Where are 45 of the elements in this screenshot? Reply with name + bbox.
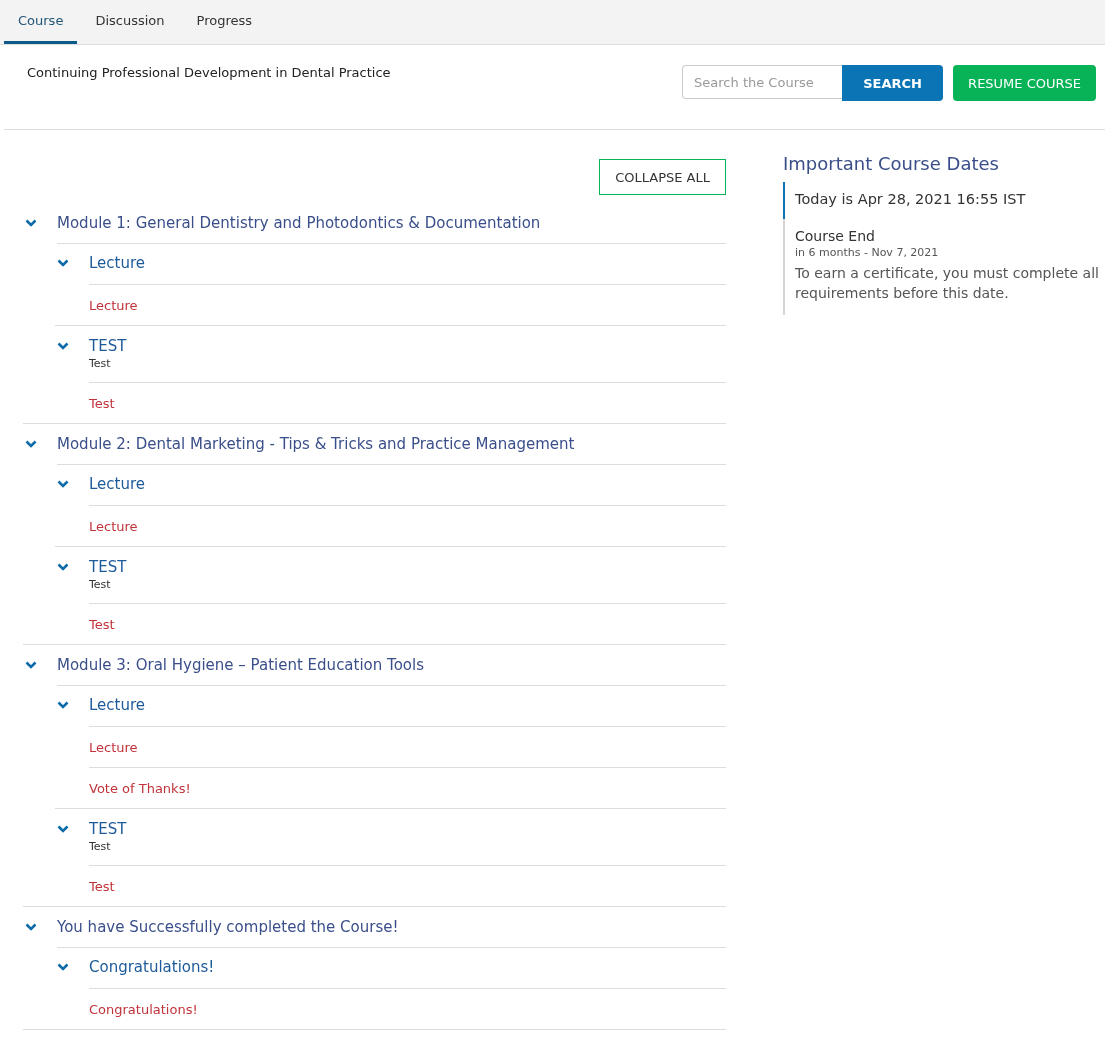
chevron-icon[interactable] <box>25 661 37 669</box>
module-title[interactable]: Module 2: Dental Marketing - Tips & Tricks and Practice Management <box>57 423 726 465</box>
module-title[interactable]: You have Successfully completed the Course! <box>57 906 726 948</box>
unit-link[interactable]: Test <box>89 395 115 411</box>
subsection-title[interactable]: Congratulations! <box>89 958 726 976</box>
unit-link[interactable]: Lecture <box>89 518 138 534</box>
subsection-title[interactable]: Lecture <box>89 254 726 272</box>
chevron-icon[interactable] <box>25 440 37 448</box>
date-title: Course End <box>795 228 876 244</box>
chevron-icon[interactable] <box>25 219 37 227</box>
chevron-icon[interactable] <box>57 480 69 488</box>
subsection-subtitle: Test <box>89 840 112 853</box>
subsection-subtitle: Test <box>89 578 112 591</box>
unit-link[interactable]: Lecture <box>89 297 138 313</box>
search-button[interactable]: SEARCH <box>842 65 944 101</box>
unit-link[interactable]: Lecture <box>89 739 138 755</box>
chevron-icon[interactable] <box>25 923 37 931</box>
module-title[interactable]: Module 3: Oral Hygiene – Patient Education Tools <box>57 644 726 686</box>
module-title[interactable]: Module 1: General Dentistry and Photodontics & Documentation <box>57 202 726 244</box>
subsection-title[interactable]: TEST <box>89 558 726 576</box>
course-tab[interactable]: Progress <box>182 0 266 44</box>
course-tab[interactable]: Discussion <box>81 0 179 44</box>
unit-link[interactable]: Congratulations! <box>89 1001 198 1017</box>
unit-link[interactable]: Vote of Thanks! <box>89 780 191 796</box>
subsection-subtitle: Test <box>89 357 112 370</box>
collapse-all-button[interactable]: COLLAPSE ALL <box>599 159 726 195</box>
chevron-icon[interactable] <box>57 825 69 833</box>
dates-heading: Important Course Dates <box>783 153 1000 174</box>
chevron-icon[interactable] <box>57 342 69 350</box>
date-title: Today is Apr 28, 2021 16:55 IST <box>795 191 1027 207</box>
subsection-title[interactable]: TEST <box>89 820 726 838</box>
unit-link[interactable]: Test <box>89 878 115 894</box>
subsection-title[interactable]: Lecture <box>89 475 726 493</box>
chevron-icon[interactable] <box>57 259 69 267</box>
course-title: Continuing Professional Development in Dental Practice <box>27 65 391 80</box>
chevron-icon[interactable] <box>57 563 69 571</box>
date-description: To earn a certificate, you must complete all requirements before this date. <box>795 264 1100 303</box>
course-tab[interactable]: Course <box>4 0 78 44</box>
unit-link[interactable]: Test <box>89 616 115 632</box>
chevron-icon[interactable] <box>57 701 69 709</box>
subsection-title[interactable]: Lecture <box>89 696 726 714</box>
subsection-title[interactable]: TEST <box>89 337 726 355</box>
chevron-icon[interactable] <box>57 963 69 971</box>
date-text: in 6 months - Nov 7, 2021 <box>795 246 940 259</box>
search-field[interactable]: Search the Course <box>682 65 843 99</box>
